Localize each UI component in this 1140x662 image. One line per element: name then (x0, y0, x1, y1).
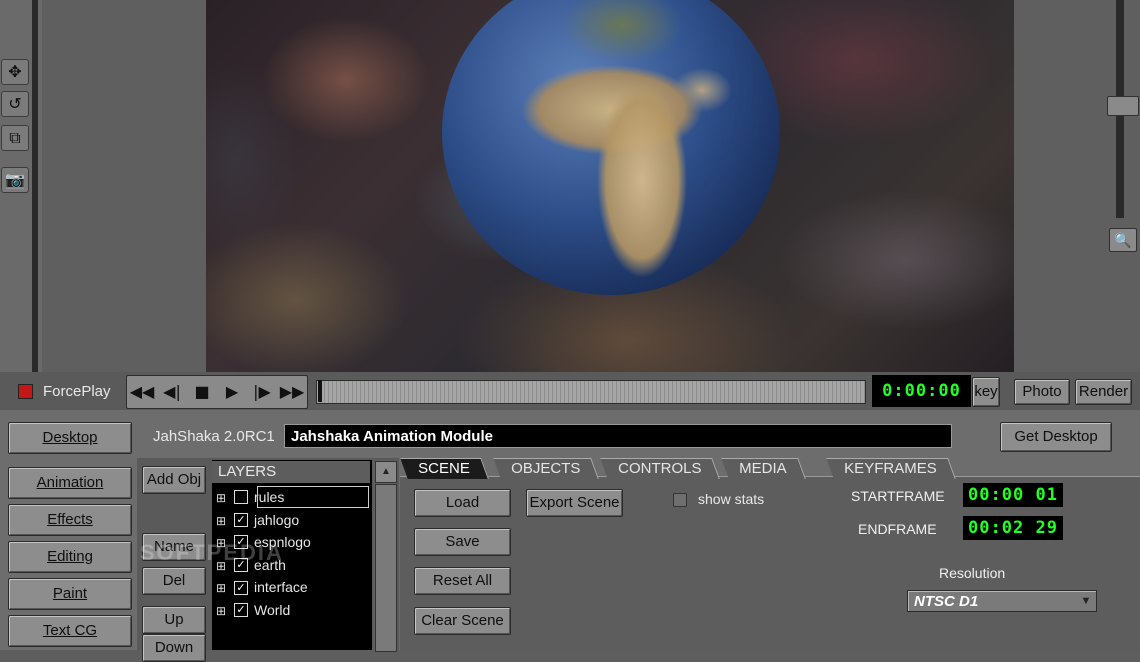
tab-label: KEYFRAMES (844, 460, 937, 477)
nav-button-label: Effects (47, 511, 93, 528)
play-icon[interactable]: ▶ (217, 376, 247, 408)
layer-label: jahlogo (254, 511, 300, 528)
endframe-field[interactable]: 00:02 29 (963, 516, 1063, 540)
add-object-button[interactable]: Add Obj (142, 466, 206, 494)
nav-button-label: Editing (47, 548, 93, 565)
show-stats-label: show stats (698, 491, 765, 507)
layer-row[interactable]: ⊞ ✓ interface (216, 576, 308, 598)
zoom-icon[interactable]: 🔍 (1109, 228, 1137, 252)
timecode-display: 0:00:00 01 (872, 375, 971, 433)
left-rail (32, 0, 38, 372)
endframe-label: ENDFRAME (858, 521, 937, 537)
forceplay-checkbox[interactable] (18, 384, 33, 399)
stop-icon[interactable]: ■ (187, 376, 217, 408)
move-down-button[interactable]: Down (142, 634, 206, 662)
layer-visibility-checkbox[interactable]: ✓ (234, 580, 248, 595)
timeline-scrubber[interactable] (316, 380, 866, 404)
load-button[interactable]: Load (414, 489, 511, 517)
watermark: SOFTPEDIA (140, 540, 284, 565)
layer-row[interactable]: ⊞ ✓ jahlogo (216, 509, 299, 531)
step-back-icon[interactable]: ◀| (157, 376, 187, 408)
version-label: JahShaka 2.0RC1 (153, 428, 275, 445)
zoom-slider-thumb[interactable] (1107, 96, 1139, 116)
tab-scene[interactable]: SCENE (400, 458, 489, 479)
export-scene-button[interactable]: Export Scene (526, 489, 623, 517)
earth-globe[interactable] (442, 0, 780, 295)
selected-layer-highlight (257, 486, 369, 508)
save-button[interactable]: Save (414, 528, 511, 556)
desktop-button-label: Desktop (42, 429, 98, 446)
tab-objects[interactable]: OBJECTS (493, 458, 600, 479)
nav-button-label: Animation (36, 474, 104, 491)
startframe-field[interactable]: 00:00 01 (963, 483, 1063, 507)
tab-label: SCENE (418, 460, 470, 477)
desktop-button[interactable]: Desktop (8, 422, 132, 454)
delete-object-button[interactable]: Del (142, 567, 206, 595)
scroll-up-arrow-icon[interactable]: ▲ (375, 461, 397, 483)
layer-label: World (254, 602, 291, 618)
layers-scroll-thumb[interactable] (375, 484, 397, 652)
render-viewport[interactable] (206, 0, 1014, 372)
step-forward-icon[interactable]: |▶ (247, 376, 277, 408)
right-toolbar: 🔍 (1107, 0, 1140, 372)
transport-controls: ◀◀ ◀| ■ ▶ |▶ ▶▶ (126, 375, 308, 409)
tab-media[interactable]: MEDIA (721, 458, 806, 479)
module-title: Jahshaka Animation Module (284, 424, 952, 448)
resolution-label: Resolution (939, 565, 1006, 581)
nav-effects-button[interactable]: Effects (8, 504, 132, 536)
rewind-icon[interactable]: ◀◀ (127, 376, 157, 408)
nav-button-label: Text CG (42, 622, 98, 639)
tab-controls[interactable]: CONTROLS (600, 458, 721, 479)
show-stats-checkbox[interactable] (673, 493, 687, 507)
reset-all-button[interactable]: Reset All (414, 567, 511, 595)
get-desktop-button[interactable]: Get Desktop (1000, 422, 1112, 452)
expand-icon[interactable]: ⊞ (216, 577, 228, 599)
expand-icon[interactable]: ⊞ (216, 600, 228, 622)
startframe-label: STARTFRAME (851, 488, 945, 504)
layer-label: interface (254, 579, 308, 596)
render-button[interactable]: Render (1075, 379, 1132, 405)
rotate-icon[interactable]: ↺ (1, 91, 29, 117)
tab-label: OBJECTS (511, 460, 581, 477)
layer-visibility-checkbox[interactable] (234, 490, 248, 505)
nav-editing-button[interactable]: Editing (8, 541, 132, 573)
layer-row[interactable]: ⊞ ✓ World (216, 599, 290, 621)
move-icon[interactable]: ✥ (1, 59, 29, 85)
timeline-playhead[interactable] (318, 380, 322, 402)
expand-icon[interactable]: ⊞ (216, 510, 228, 532)
move-up-button[interactable]: Up (142, 606, 206, 634)
nav-animation-button[interactable]: Animation (8, 467, 132, 499)
tab-keyframes[interactable]: KEYFRAMES (826, 458, 956, 479)
nav-button-label: Paint (52, 585, 88, 602)
scale-icon[interactable]: ⧉ (1, 125, 29, 151)
chevron-down-icon[interactable]: ▼ (1077, 592, 1095, 610)
photo-button[interactable]: Photo (1014, 379, 1070, 405)
layer-visibility-checkbox[interactable]: ✓ (234, 603, 248, 618)
camera-icon[interactable]: 📷 (1, 167, 29, 193)
layer-visibility-checkbox[interactable]: ✓ (234, 512, 248, 527)
tab-label: CONTROLS (618, 460, 702, 477)
forceplay-label: ForcePlay (43, 383, 111, 400)
tab-label: MEDIA (739, 460, 787, 477)
resolution-select[interactable]: NTSC D1 (907, 590, 1097, 612)
fast-forward-icon[interactable]: ▶▶ (277, 376, 307, 408)
clear-scene-button[interactable]: Clear Scene (414, 607, 511, 635)
key-button[interactable]: key (972, 377, 1000, 407)
nav-paint-button[interactable]: Paint (8, 578, 132, 610)
expand-icon[interactable]: ⊞ (216, 487, 228, 509)
nav-text-cg-button[interactable]: Text CG (8, 615, 132, 647)
layers-header: LAYERS (212, 461, 370, 483)
